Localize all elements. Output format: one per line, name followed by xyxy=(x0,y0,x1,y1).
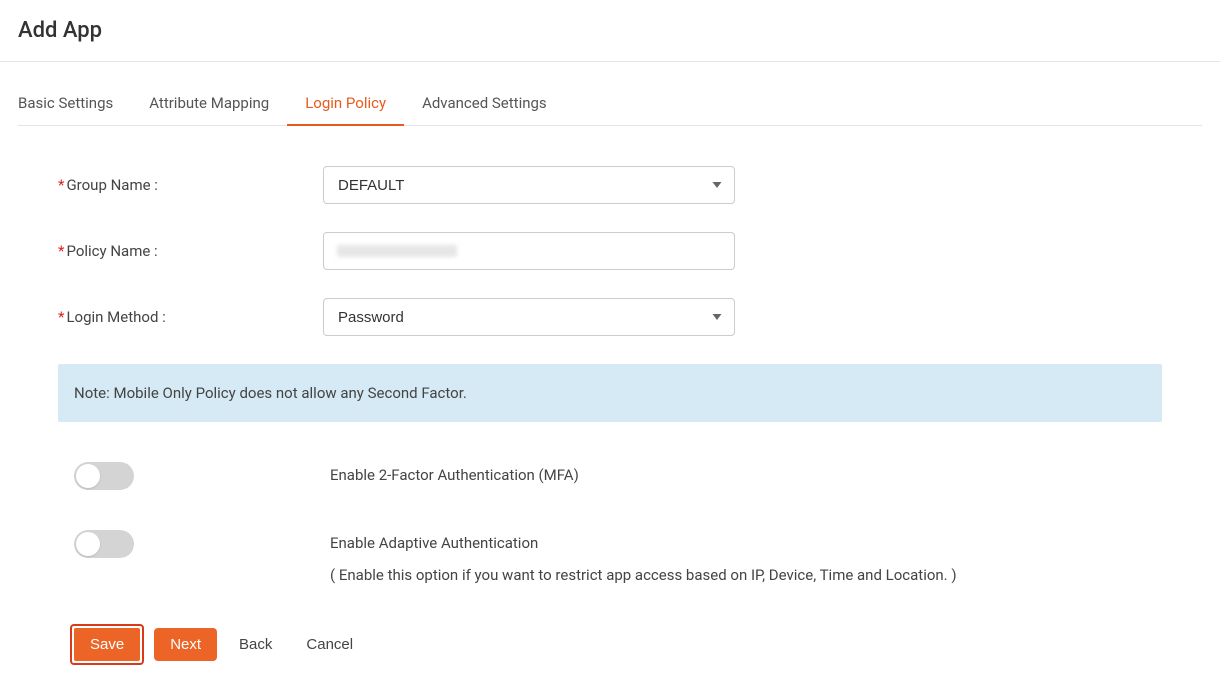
label-group-name: *Group Name : xyxy=(58,176,323,194)
select-login-method[interactable]: Password xyxy=(323,298,735,336)
control-group-name: DEFAULT xyxy=(323,166,735,204)
label-policy-name-text: Policy Name : xyxy=(66,242,157,260)
button-row: Save Next Back Cancel xyxy=(58,624,1202,665)
required-mark: * xyxy=(58,242,64,260)
toggle-adaptive[interactable] xyxy=(74,530,134,558)
next-button[interactable]: Next xyxy=(154,628,217,661)
label-login-method-text: Login Method : xyxy=(66,308,165,326)
label-login-method: *Login Method : xyxy=(58,308,323,326)
label-group-name-text: Group Name : xyxy=(66,176,157,194)
tab-advanced-settings[interactable]: Advanced Settings xyxy=(404,82,565,126)
toggle-mfa[interactable] xyxy=(74,462,134,490)
toggle-adaptive-col xyxy=(74,530,330,558)
row-policy-name: *Policy Name : xyxy=(58,232,1202,270)
toggle-mfa-knob xyxy=(76,464,100,488)
control-policy-name xyxy=(323,232,735,270)
label-adaptive-sub: ( Enable this option if you want to rest… xyxy=(330,566,957,584)
tab-attribute-mapping[interactable]: Attribute Mapping xyxy=(131,82,287,126)
content-wrap: Basic Settings Attribute Mapping Login P… xyxy=(0,82,1220,665)
select-group-name[interactable]: DEFAULT xyxy=(323,166,735,204)
page-title: Add App xyxy=(18,18,1202,43)
label-mfa: Enable 2-Factor Authentication (MFA) xyxy=(330,462,579,484)
row-group-name: *Group Name : DEFAULT xyxy=(58,166,1202,204)
save-button[interactable]: Save xyxy=(74,628,140,661)
label-policy-name: *Policy Name : xyxy=(58,242,323,260)
control-login-method: Password xyxy=(323,298,735,336)
row-login-method: *Login Method : Password xyxy=(58,298,1202,336)
adaptive-text-wrap: Enable Adaptive Authentication ( Enable … xyxy=(330,530,957,584)
note-box: Note: Mobile Only Policy does not allow … xyxy=(58,364,1162,422)
cancel-button[interactable]: Cancel xyxy=(294,628,365,661)
redacted-policy-name xyxy=(337,245,457,257)
label-adaptive: Enable Adaptive Authentication xyxy=(330,530,957,552)
page-header: Add App xyxy=(0,0,1220,62)
tab-login-policy[interactable]: Login Policy xyxy=(287,82,404,126)
row-mfa-toggle: Enable 2-Factor Authentication (MFA) xyxy=(58,462,1202,490)
toggle-adaptive-knob xyxy=(76,532,100,556)
save-highlight: Save xyxy=(70,624,144,665)
form-area: *Group Name : DEFAULT *Policy Name : * xyxy=(18,126,1202,665)
required-mark: * xyxy=(58,308,64,326)
required-mark: * xyxy=(58,176,64,194)
row-adaptive-toggle: Enable Adaptive Authentication ( Enable … xyxy=(58,530,1202,584)
tab-basic-settings[interactable]: Basic Settings xyxy=(18,82,131,126)
back-button[interactable]: Back xyxy=(227,628,284,661)
toggle-mfa-col xyxy=(74,462,330,490)
tabs: Basic Settings Attribute Mapping Login P… xyxy=(18,82,1202,126)
